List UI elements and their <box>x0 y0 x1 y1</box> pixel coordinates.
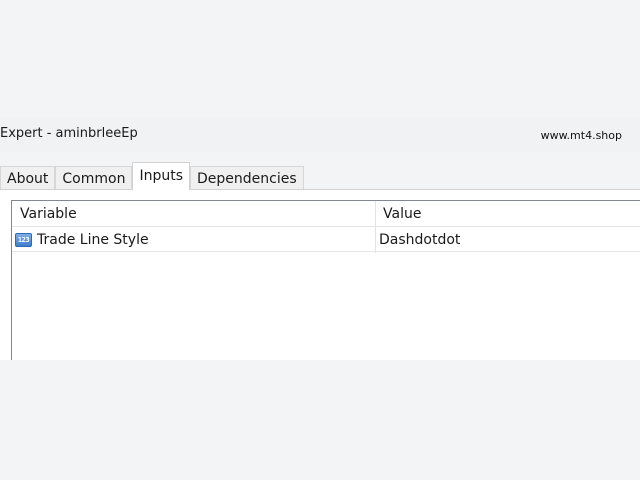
column-header-value[interactable]: Value <box>383 201 421 226</box>
grid-header: Variable Value <box>12 201 640 227</box>
desktop-background-bottom <box>0 360 640 480</box>
tab-about[interactable]: About <box>0 166 56 190</box>
tab-dependencies[interactable]: Dependencies <box>190 166 304 190</box>
watermark-text: www.mt4.shop <box>540 129 622 142</box>
numeric-parameter-icon: 123 <box>15 233 32 247</box>
window-title: Expert - aminbrleeEp <box>0 126 138 141</box>
inputs-grid: Variable Value 123 Trade Line Style Dash… <box>11 200 640 363</box>
column-header-variable[interactable]: Variable <box>20 201 77 226</box>
tab-strip: About Common Inputs Dependencies <box>0 162 304 190</box>
tab-inputs[interactable]: Inputs <box>132 162 191 190</box>
title-bar: Expert - aminbrleeEp www.mt4.shop <box>0 118 640 152</box>
value-cell[interactable]: Dashdotdot <box>379 228 460 252</box>
table-row[interactable]: 123 Trade Line Style Dashdotdot <box>12 228 640 252</box>
tab-common[interactable]: Common <box>55 166 133 190</box>
variable-cell: Trade Line Style <box>37 232 149 248</box>
desktop-background <box>0 0 640 118</box>
